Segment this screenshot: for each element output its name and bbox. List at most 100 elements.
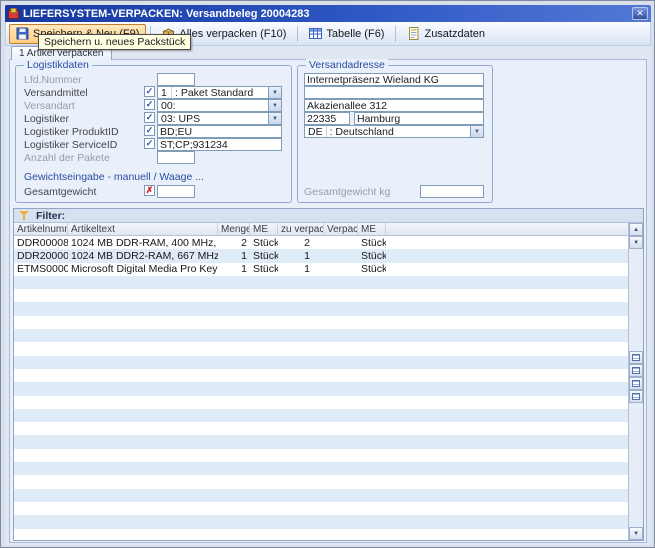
versandmittel-label: Versandmittel bbox=[24, 87, 88, 99]
cell-verpackt bbox=[324, 249, 358, 262]
up-arrow-icon: ▲ bbox=[633, 227, 639, 233]
cell-artikeltext: 1024 MB DDR-RAM, 400 MHz, PC-3200, Elixi… bbox=[68, 236, 218, 249]
versandart-checkbox[interactable]: ✓ bbox=[144, 99, 155, 110]
check-icon: ✓ bbox=[146, 100, 154, 109]
grid-icon bbox=[632, 380, 640, 387]
scroll-up-button[interactable]: ▲ bbox=[629, 223, 643, 236]
app-window: LIEFERSYSTEM-VERPACKEN: Versandbeleg 200… bbox=[0, 0, 655, 548]
table-row-empty bbox=[14, 396, 628, 409]
header-me2[interactable]: ME bbox=[358, 223, 386, 235]
logistiker-label: Logistiker bbox=[24, 113, 69, 125]
field-row-plz-ort: 22335 Hamburg bbox=[298, 112, 492, 125]
logistiker-text: 03: UPS bbox=[158, 113, 203, 124]
cell-me2: Stück bbox=[358, 263, 386, 276]
table-row-empty bbox=[14, 502, 628, 515]
pack-all-label: Alles verpacken (F10) bbox=[179, 28, 286, 40]
down-arrow-icon: ▼ bbox=[633, 531, 639, 537]
cell-me: Stück bbox=[250, 263, 278, 276]
field-row-name2 bbox=[298, 86, 492, 99]
adresse-land-combo[interactable]: DE : Deutschland ▼ bbox=[304, 125, 484, 138]
dropdown-glyph: ▼ bbox=[272, 103, 278, 109]
header-artikelnummer[interactable]: Artikelnummer bbox=[14, 223, 68, 235]
table-button[interactable]: Tabelle (F6) bbox=[302, 24, 391, 44]
adresse-name1-value: Internetpräsenz Wieland KG bbox=[307, 74, 439, 86]
table-row[interactable]: DDR200008 1024 MB DDR2-RAM, 667 MHz, PC2… bbox=[14, 249, 628, 262]
adresse-plz-input[interactable]: 22335 bbox=[304, 112, 350, 125]
header-artikeltext[interactable]: Artikeltext bbox=[68, 223, 218, 235]
lfd-nummer-label: Lfd.Nummer bbox=[24, 74, 82, 86]
cell-menge: 1 bbox=[218, 249, 250, 262]
dropdown-icon[interactable]: ▼ bbox=[470, 126, 483, 137]
zusatzdaten-label: Zusatzdaten bbox=[424, 28, 485, 40]
filter-row[interactable]: Filter: bbox=[14, 209, 643, 223]
logistiker-combo[interactable]: 03: UPS ▼ bbox=[157, 112, 282, 125]
cell-artikelnummer: ETMS00003 bbox=[14, 263, 68, 276]
table-row[interactable]: ETMS00003 Microsoft Digital Media Pro Ke… bbox=[14, 263, 628, 276]
land-code: DE bbox=[305, 126, 327, 137]
adresse-name1-input[interactable]: Internetpräsenz Wieland KG bbox=[304, 73, 484, 86]
app-icon bbox=[8, 8, 19, 19]
toolbar-separator bbox=[395, 26, 396, 42]
versandart-combo[interactable]: 00: ▼ bbox=[157, 99, 282, 112]
dropdown-glyph: ▼ bbox=[272, 116, 278, 122]
scroll-down-button-bottom[interactable]: ▼ bbox=[629, 527, 643, 540]
produktid-input[interactable]: BD;EU bbox=[157, 125, 282, 138]
scroll-down-button[interactable]: ▼ bbox=[629, 236, 643, 249]
dropdown-glyph: ▼ bbox=[474, 129, 480, 135]
gesamtgewicht-kg-input[interactable] bbox=[420, 185, 484, 198]
cell-menge: 2 bbox=[218, 236, 250, 249]
land-text: : Deutschland bbox=[327, 126, 397, 137]
cell-filler bbox=[386, 249, 628, 262]
check-icon: ✓ bbox=[146, 87, 154, 96]
logistiker-checkbox[interactable]: ✓ bbox=[144, 112, 155, 123]
versandadresse-title: Versandadresse bbox=[306, 59, 388, 71]
table-row-empty bbox=[14, 409, 628, 422]
table-row[interactable]: DDR00008 1024 MB DDR-RAM, 400 MHz, PC-32… bbox=[14, 236, 628, 249]
cell-artikelnummer: DDR200008 bbox=[14, 249, 68, 262]
dropdown-icon[interactable]: ▼ bbox=[268, 87, 281, 98]
header-filler bbox=[386, 223, 628, 235]
cell-zu-verpacken: 1 bbox=[278, 249, 324, 262]
versandmittel-combo[interactable]: 1 : Paket Standard ▼ bbox=[157, 86, 282, 99]
header-menge[interactable]: Menge bbox=[218, 223, 250, 235]
table-icon bbox=[309, 27, 322, 40]
scrollbar-extra-button[interactable] bbox=[629, 351, 643, 364]
field-row-versandart: Versandart ✓ 00: ▼ bbox=[16, 99, 291, 112]
vertical-scrollbar[interactable]: ▲ ▼ ▼ bbox=[628, 223, 643, 540]
gesamtgewicht-checkbox[interactable]: ✗ bbox=[144, 185, 155, 196]
anzahl-pakete-input[interactable] bbox=[157, 151, 195, 164]
check-icon: ✓ bbox=[146, 113, 154, 122]
versandmittel-checkbox[interactable]: ✓ bbox=[144, 86, 155, 97]
table-row-empty bbox=[14, 382, 628, 395]
produktid-checkbox[interactable]: ✓ bbox=[144, 125, 155, 136]
header-verpackt[interactable]: Verpackt bbox=[324, 223, 358, 235]
versandmittel-value: 1 bbox=[158, 87, 172, 98]
down-arrow-icon: ▼ bbox=[633, 240, 639, 246]
lfd-nummer-input[interactable] bbox=[157, 73, 195, 86]
serviceid-checkbox[interactable]: ✓ bbox=[144, 138, 155, 149]
table-row-empty bbox=[14, 316, 628, 329]
field-row-strasse: Akazienallee 312 bbox=[298, 99, 492, 112]
cell-zu-verpacken: 2 bbox=[278, 236, 324, 249]
scrollbar-extra-button[interactable] bbox=[629, 390, 643, 403]
field-row-land: DE : Deutschland ▼ bbox=[298, 125, 492, 138]
adresse-ort-input[interactable]: Hamburg bbox=[354, 112, 484, 125]
adresse-name2-input[interactable] bbox=[304, 86, 484, 99]
scrollbar-extra-button[interactable] bbox=[629, 377, 643, 390]
adresse-plz-value: 22335 bbox=[307, 113, 336, 125]
zusatzdaten-button[interactable]: Zusatzdaten bbox=[400, 24, 492, 44]
table-row-empty bbox=[14, 342, 628, 355]
close-button[interactable]: ✕ bbox=[632, 7, 648, 20]
scrollbar-extra-button[interactable] bbox=[629, 364, 643, 377]
field-row-serviceid: Logistiker ServiceID ✓ ST;CP;931234 bbox=[16, 138, 291, 151]
save-icon bbox=[16, 27, 29, 40]
serviceid-input[interactable]: ST;CP;931234 bbox=[157, 138, 282, 151]
field-row-name1: Internetpräsenz Wieland KG bbox=[298, 73, 492, 86]
dropdown-icon[interactable]: ▼ bbox=[268, 100, 281, 111]
header-me[interactable]: ME bbox=[250, 223, 278, 235]
gesamtgewicht-input[interactable] bbox=[157, 185, 195, 198]
header-zu-verpacken[interactable]: zu verpacke bbox=[278, 223, 324, 235]
dropdown-icon[interactable]: ▼ bbox=[268, 113, 281, 124]
dropdown-glyph: ▼ bbox=[272, 90, 278, 96]
adresse-strasse-input[interactable]: Akazienallee 312 bbox=[304, 99, 484, 112]
